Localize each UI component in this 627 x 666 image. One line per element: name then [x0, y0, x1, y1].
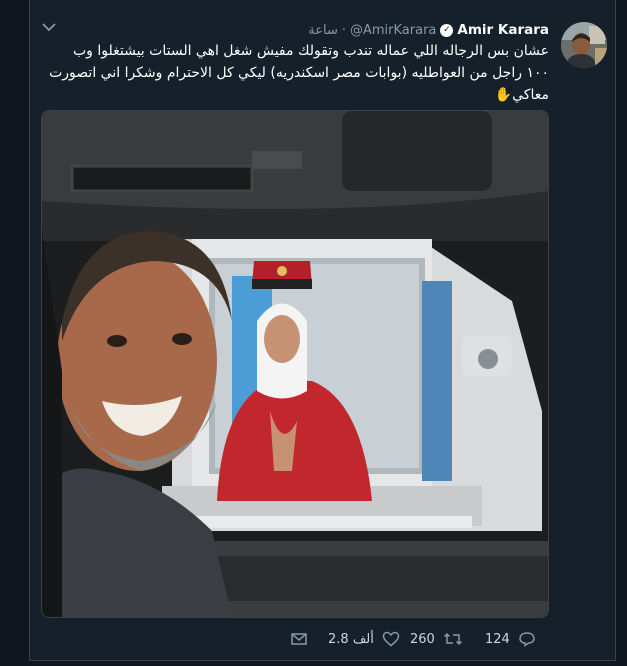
tweet-text-line: ١٠٠ راجل من العواطليه (بوابات مصر اسكندر…: [49, 65, 549, 81]
user-handle[interactable]: @AmirKarara: [350, 23, 436, 38]
avatar[interactable]: [561, 22, 607, 68]
tweet-photo[interactable]: [41, 110, 549, 618]
reply-icon: [519, 632, 535, 647]
tweet-text: عشان بس الرجاله اللي عماله تندب وتقولك م…: [39, 40, 549, 106]
tweet-card[interactable]: Amir Karara ✓ @AmirKarara · ساعة عشان بس…: [29, 0, 616, 661]
heart-icon: [382, 631, 400, 647]
display-name[interactable]: Amir Karara: [457, 22, 549, 38]
retweet-count: 260: [410, 631, 435, 647]
direct-message-button[interactable]: [290, 626, 308, 652]
retweet-icon: [443, 632, 462, 646]
retweet-button[interactable]: 260: [410, 626, 463, 652]
timestamp[interactable]: ساعة: [308, 23, 338, 38]
separator: ·: [341, 22, 346, 38]
chevron-down-icon[interactable]: [42, 22, 56, 32]
tweet-text-line: عشان بس الرجاله اللي عماله تندب وتقولك م…: [72, 43, 549, 59]
reply-count: 124: [485, 631, 510, 647]
reply-button[interactable]: 124: [485, 626, 536, 652]
tweet-text-end: معاكي: [512, 87, 549, 103]
envelope-icon: [291, 633, 307, 645]
tweet-text-line: معاكي✋: [39, 84, 549, 106]
verified-badge-icon: ✓: [440, 23, 454, 37]
tweet-actions: 124 260 2.8 ألف: [30, 626, 615, 652]
raised-hand-emoji: ✋: [494, 87, 513, 103]
like-count: 2.8 ألف: [328, 631, 374, 647]
like-button[interactable]: 2.8 ألف: [328, 626, 400, 652]
tweet-header: Amir Karara ✓ @AmirKarara · ساعة: [308, 21, 549, 39]
